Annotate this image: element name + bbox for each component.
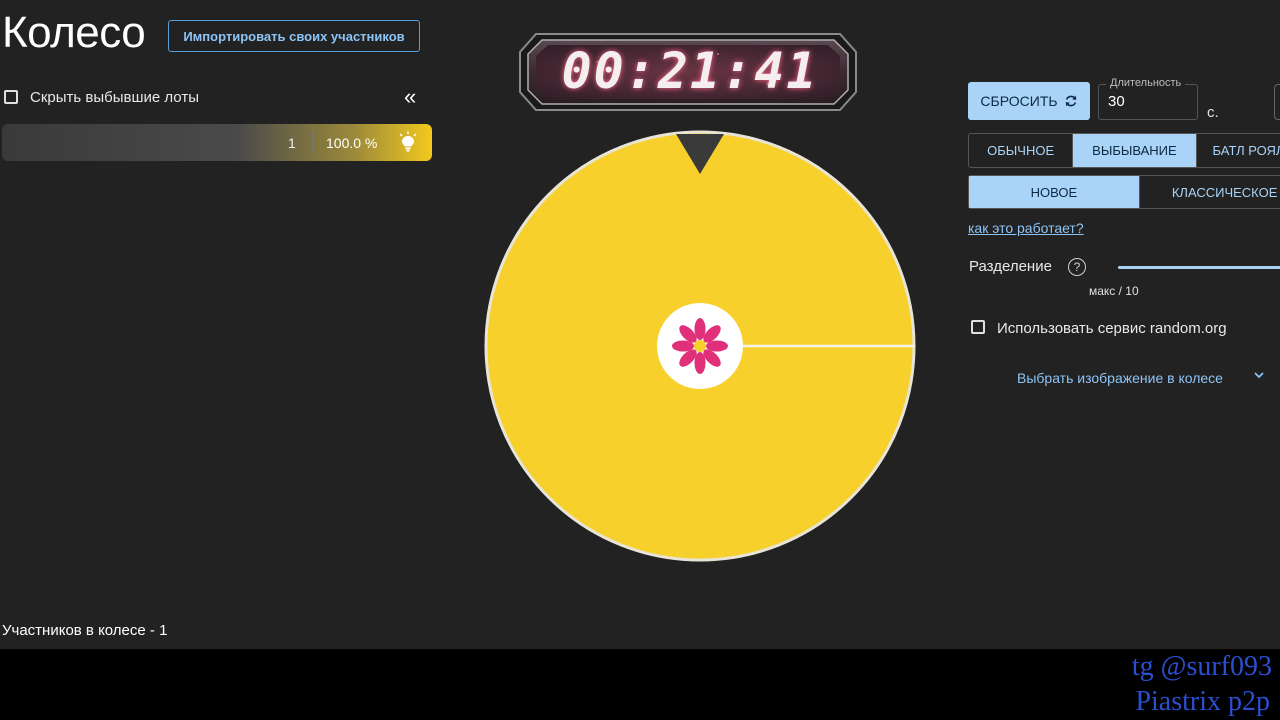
wheel-type-group: НОВОЕ КЛАССИЧЕСКОЕ: [968, 175, 1280, 209]
mode-elimination-button[interactable]: ВЫБЫВАНИЕ: [1073, 134, 1197, 167]
import-participants-button[interactable]: Импортировать своих участников: [168, 20, 420, 52]
duration-label: Длительность: [1106, 77, 1186, 89]
random-org-label: Использовать сервис random.org: [997, 320, 1227, 337]
edge-control[interactable]: [1274, 84, 1280, 120]
duration-value[interactable]: 30: [1108, 93, 1125, 110]
help-icon[interactable]: ?: [1068, 258, 1086, 276]
random-org-checkbox[interactable]: [971, 320, 985, 334]
reset-label: СБРОСИТЬ: [980, 93, 1058, 109]
reset-button[interactable]: СБРОСИТЬ: [968, 82, 1090, 120]
type-classic-button[interactable]: КЛАССИЧЕСКОЕ: [1140, 176, 1280, 208]
lot-divider: [312, 131, 313, 153]
hide-eliminated-label: Скрыть выбывшие лоты: [30, 89, 199, 106]
how-it-works-link[interactable]: как это работает?: [968, 220, 1084, 236]
flower-icon: [672, 318, 728, 374]
lot-percent: 100.0 %: [326, 135, 378, 151]
type-new-button[interactable]: НОВОЕ: [969, 176, 1140, 208]
duration-unit: с.: [1207, 104, 1219, 121]
hide-eliminated-checkbox[interactable]: [4, 90, 18, 104]
lot-number: 1: [288, 135, 296, 151]
wheel-image-select[interactable]: Выбрать изображение в колесе: [1017, 370, 1223, 386]
bottom-bar: [0, 649, 1280, 720]
timer-display: 00:21:41: [561, 42, 819, 100]
watermark-line-2: Piastrix p2p: [1135, 686, 1270, 717]
mode-battle-royale-button[interactable]: БАТЛ РОЯЛ: [1197, 134, 1280, 167]
mode-normal-button[interactable]: ОБЫЧНОЕ: [969, 134, 1074, 167]
refresh-icon: [1065, 95, 1076, 107]
participants-count: Участников в колесе - 1: [2, 622, 168, 639]
split-slider[interactable]: [1118, 266, 1280, 269]
split-label: Разделение: [969, 258, 1052, 275]
page-title: Колесо: [2, 8, 146, 57]
collapse-panel-button[interactable]: «: [404, 84, 416, 110]
lightbulb-icon[interactable]: [398, 131, 418, 153]
wheel-mode-group: ОБЫЧНОЕ ВЫБЫВАНИЕ БАТЛ РОЯЛ: [968, 133, 1280, 168]
chevron-down-icon[interactable]: [1252, 368, 1266, 382]
watermark-line-1: tg @surf093: [1131, 651, 1272, 682]
split-slider-caption: макс / 10: [1089, 284, 1139, 298]
wheel[interactable]: [484, 130, 916, 562]
